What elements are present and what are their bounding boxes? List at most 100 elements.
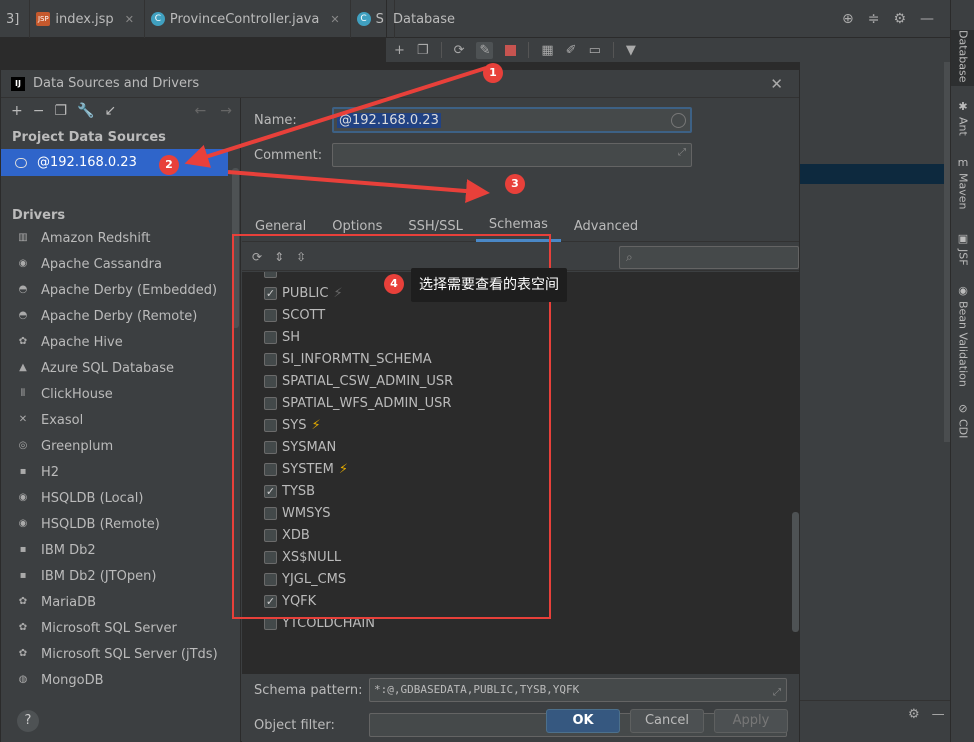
driver-item[interactable]: ⦀ ClickHouse — [1, 381, 240, 407]
driver-icon: ◉ — [18, 518, 28, 529]
driver-item[interactable]: ◉ Apache Cassandra — [1, 251, 240, 277]
driver-icon: ✕ — [18, 414, 28, 425]
add-icon[interactable]: + — [11, 103, 23, 119]
driver-item[interactable]: ✿ Apache Hive — [1, 329, 240, 355]
ok-button[interactable]: OK — [546, 709, 620, 733]
edit-icon[interactable]: ✐ — [566, 43, 577, 58]
expand-icon[interactable]: ⤢ — [678, 147, 686, 158]
make-global-icon[interactable]: ↙ — [104, 103, 116, 119]
history-arrows: ← → — [195, 103, 232, 119]
name-value: @192.168.0.23 — [337, 112, 441, 128]
collapse-all-icon[interactable]: ≑ — [868, 11, 880, 27]
driver-item[interactable]: ✿ MariaDB — [1, 589, 240, 615]
tool-label: CDI — [956, 419, 970, 439]
editor-tab-province-controller[interactable]: C ProvinceController.java ✕ — [145, 0, 351, 38]
driver-label: Apache Derby (Embedded) — [41, 282, 218, 298]
apply-button[interactable]: Apply — [714, 709, 788, 733]
tab-advanced[interactable]: Advanced — [561, 210, 651, 242]
refresh-icon[interactable]: ⟳ — [454, 43, 465, 58]
close-icon[interactable]: ✕ — [330, 13, 339, 26]
driver-label: IBM Db2 (JTOpen) — [41, 568, 157, 584]
tool-window-jsf[interactable]: ▣ JSF — [951, 232, 974, 266]
close-icon[interactable]: ✕ — [125, 13, 134, 26]
driver-label: Greenplum — [41, 438, 114, 454]
editor-tab-index-jsp[interactable]: JSP index.jsp ✕ — [30, 0, 145, 38]
color-indicator-icon[interactable] — [671, 113, 686, 128]
remove-icon[interactable]: − — [33, 103, 45, 119]
driver-item[interactable]: ▥ Amazon Redshift — [1, 225, 240, 251]
driver-icon: ◍ — [18, 674, 28, 685]
driver-item[interactable]: ▪ IBM Db2 (JTOpen) — [1, 563, 240, 589]
java-class-icon: C — [150, 12, 165, 26]
data-source-item[interactable]: @192.168.0.23 — [1, 149, 228, 176]
tool-label: Maven — [956, 173, 970, 210]
schema-pattern-value: *:@,GDBASEDATA,PUBLIC,TYSB,YQFK — [374, 683, 580, 696]
driver-item[interactable]: ✿ Microsoft SQL Server (jTds) — [1, 641, 240, 667]
tree-selected-row[interactable] — [800, 164, 945, 184]
close-icon[interactable]: ✕ — [770, 75, 783, 93]
back-arrow-icon[interactable]: ← — [195, 103, 207, 119]
add-icon[interactable]: + — [394, 43, 405, 58]
duplicate-icon[interactable]: ❐ — [54, 103, 67, 119]
cdi-icon: ⊘ — [958, 402, 968, 415]
toolbar-separator — [528, 42, 530, 58]
gear-icon[interactable]: ⚙ — [908, 707, 920, 742]
tab-label: ProvinceController.java — [169, 11, 320, 27]
driver-label: HSQLDB (Local) — [41, 490, 144, 506]
name-row: Name: @192.168.0.23 — [254, 107, 692, 133]
wrench-icon[interactable]: 🔧 — [77, 103, 94, 119]
target-icon[interactable]: ⊕ — [842, 11, 854, 27]
help-button[interactable]: ? — [17, 710, 39, 732]
driver-icon: ◉ — [18, 492, 28, 503]
driver-item[interactable]: ◓ Apache Derby (Remote) — [1, 303, 240, 329]
tool-window-maven[interactable]: m Maven — [951, 156, 974, 209]
driver-item[interactable]: ✿ Microsoft SQL Server — [1, 615, 240, 641]
tool-window-ant[interactable]: ✱ Ant — [951, 100, 974, 136]
driver-icon: ◎ — [18, 440, 28, 451]
cancel-button[interactable]: Cancel — [630, 709, 704, 733]
tool-window-bean-validation[interactable]: ◉ Bean Validation — [951, 284, 974, 387]
tool-label: JSF — [956, 249, 970, 266]
ant-icon: ✱ — [958, 100, 968, 113]
filter-icon[interactable]: ▼ — [626, 43, 636, 58]
driver-icon: ▪ — [19, 544, 27, 555]
tab-label: 3] — [6, 11, 20, 27]
expand-icon[interactable]: ⤢ — [773, 682, 781, 704]
table-icon[interactable]: ▦ — [541, 43, 553, 58]
driver-item[interactable]: ▪ IBM Db2 — [1, 537, 240, 563]
annotation-badge-3: 3 — [505, 174, 525, 194]
comment-field[interactable]: ⤢ — [332, 143, 692, 167]
driver-item[interactable]: ◎ Greenplum — [1, 433, 240, 459]
data-source-properties-icon[interactable]: ✎ — [476, 41, 494, 59]
driver-label: Apache Hive — [41, 334, 123, 350]
stop-icon[interactable] — [505, 44, 517, 56]
driver-item[interactable]: ◍ MongoDB — [1, 667, 240, 693]
driver-item[interactable]: ◉ HSQLDB (Local) — [1, 485, 240, 511]
schema-list-scrollbar[interactable] — [792, 512, 799, 632]
tool-window-database[interactable]: Database — [951, 30, 974, 86]
driver-icon: ▪ — [19, 466, 27, 477]
driver-icon: ◓ — [18, 310, 28, 321]
annotation-badge-1: 1 — [483, 63, 503, 83]
console-icon[interactable]: ▭ — [589, 43, 601, 58]
forward-arrow-icon[interactable]: → — [220, 103, 232, 119]
driver-item[interactable]: ▪ H2 — [1, 459, 240, 485]
driver-icon: ◉ — [18, 258, 28, 269]
tool-label: Bean Validation — [956, 301, 970, 387]
tool-window-cdi[interactable]: ⊘ CDI — [951, 402, 974, 438]
driver-item[interactable]: ▲ Azure SQL Database — [1, 355, 240, 381]
hide-panel-icon[interactable]: — — [932, 707, 945, 742]
schema-search-input[interactable]: ⌕ — [619, 246, 799, 269]
editor-tab-partial[interactable]: 3] — [0, 0, 31, 38]
gear-icon[interactable]: ⚙ — [893, 11, 906, 27]
hide-panel-icon[interactable]: — — [920, 11, 934, 27]
driver-item[interactable]: ✕ Exasol — [1, 407, 240, 433]
driver-label: Azure SQL Database — [41, 360, 175, 376]
schema-pattern-field[interactable]: *:@,GDBASEDATA,PUBLIC,TYSB,YQFK ⤢ — [369, 678, 787, 702]
name-field[interactable]: @192.168.0.23 — [332, 107, 692, 133]
database-toolbar: + ❐ ⟳ ✎ ▦ ✐ ▭ ▼ — [386, 38, 950, 62]
driver-item[interactable]: ◓ Apache Derby (Embedded) — [1, 277, 240, 303]
sidebar-toolbar: + − ❐ 🔧 ↙ ← → — [1, 98, 240, 124]
copy-icon[interactable]: ❐ — [417, 43, 429, 58]
driver-item[interactable]: ◉ HSQLDB (Remote) — [1, 511, 240, 537]
